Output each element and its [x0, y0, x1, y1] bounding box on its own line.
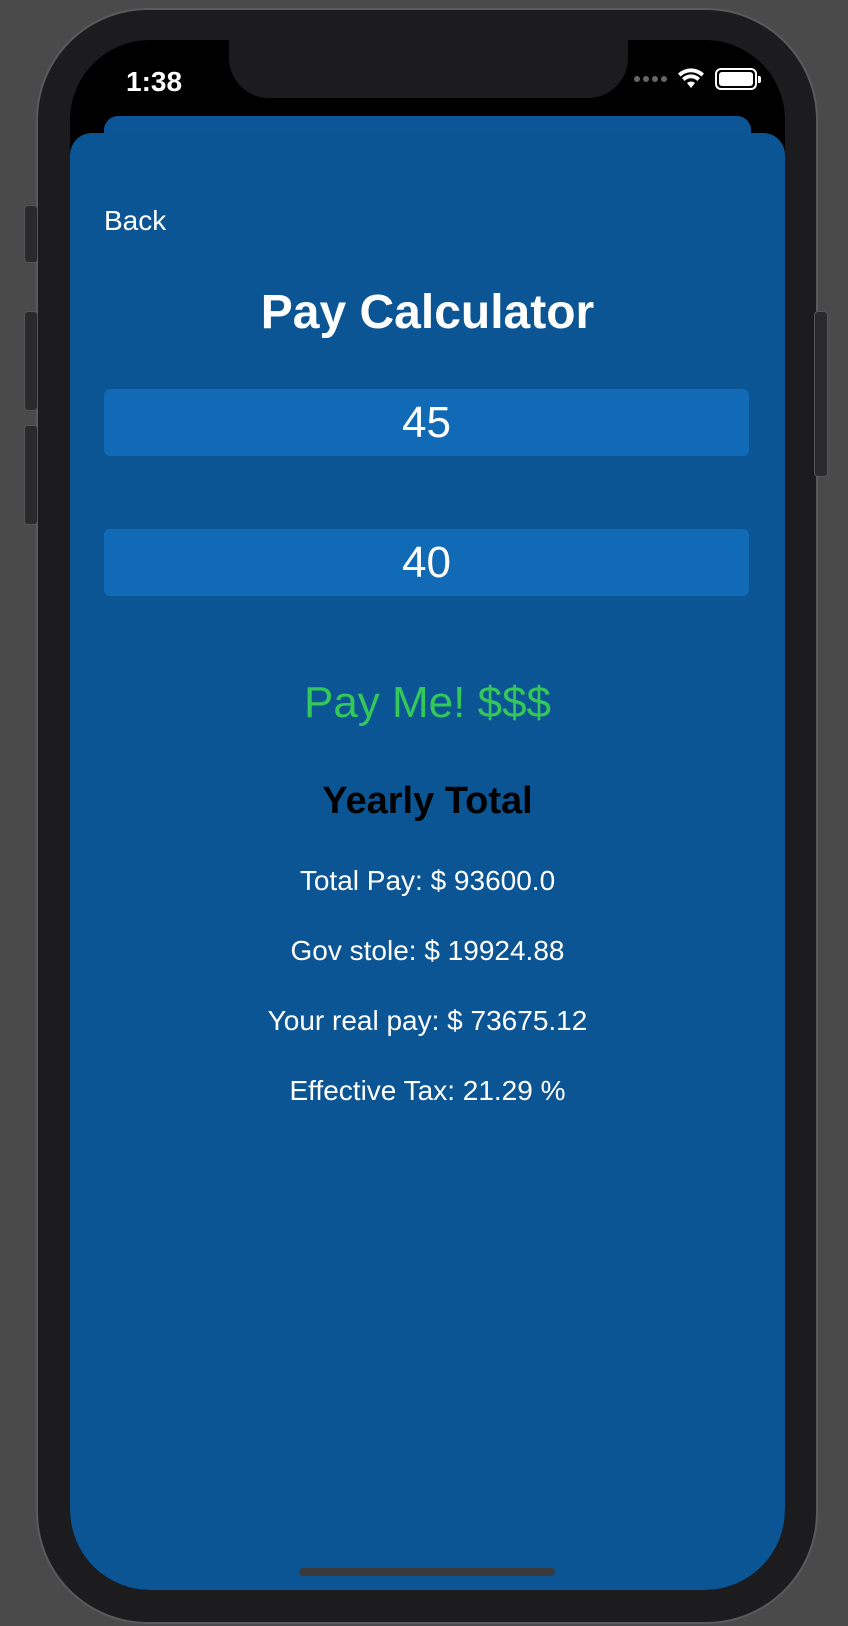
signal-icon — [634, 76, 667, 82]
pay-me-button[interactable]: Pay Me! $$$ — [70, 678, 785, 728]
screen: 1:38 Back Pay Calculator Pay Me! $$$ Yea… — [70, 40, 785, 1590]
yearly-total-heading: Yearly Total — [322, 780, 533, 822]
wifi-icon — [678, 68, 704, 88]
gov-stole-text: Gov stole: $ 19924.88 — [290, 935, 565, 966]
real-pay-text: Your real pay: $ 73675.12 — [267, 1005, 588, 1036]
power-button — [814, 311, 828, 477]
battery-icon — [715, 68, 761, 90]
volume-up-button — [24, 311, 38, 411]
hourly-rate-input[interactable] — [104, 389, 749, 456]
effective-tax-text: Effective Tax: 21.29 % — [289, 1075, 566, 1106]
pay-calculator-sheet: Back Pay Calculator Pay Me! $$$ Yearly T… — [70, 133, 785, 1590]
volume-down-button — [24, 425, 38, 525]
notch — [229, 40, 628, 98]
total-pay-text: Total Pay: $ 93600.0 — [299, 865, 556, 896]
home-indicator[interactable] — [299, 1568, 555, 1576]
status-icons — [634, 68, 761, 90]
status-time: 1:38 — [126, 66, 183, 97]
mute-switch — [24, 205, 38, 263]
page-title: Pay Calculator — [260, 286, 595, 339]
hours-per-week-input[interactable] — [104, 529, 749, 596]
back-button[interactable]: Back — [104, 205, 166, 237]
